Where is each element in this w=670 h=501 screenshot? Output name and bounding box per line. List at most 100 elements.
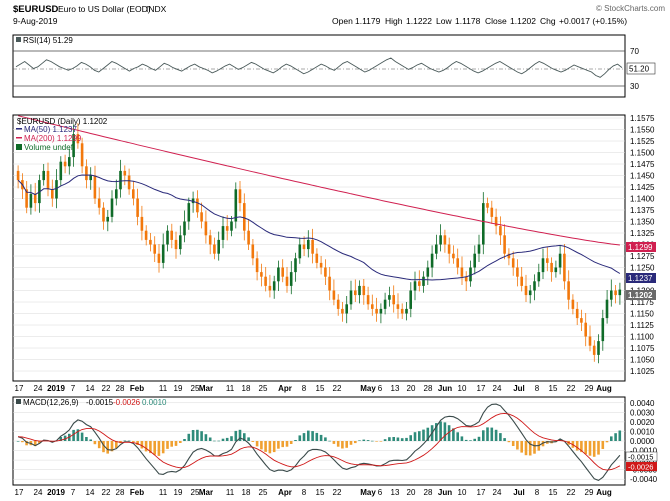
x-tick-label: 11 [226, 488, 235, 497]
candle-body [136, 198, 139, 217]
x-tick-label: 18 [242, 384, 251, 393]
macd-hist-bar [127, 440, 131, 442]
candle-body [59, 161, 63, 181]
macd-hist-bar [375, 441, 378, 442]
candle-body [243, 203, 246, 231]
candle-body [153, 244, 156, 254]
macd-hist-bar [460, 436, 464, 441]
macd-hist-bar [456, 432, 459, 441]
candle-body [366, 295, 370, 305]
candle-body [473, 253, 476, 268]
macd-hist-bar [358, 440, 361, 441]
candle-body [85, 166, 88, 181]
macd-tick-label: 0.0030 [630, 408, 655, 417]
macd-hist-bar [328, 440, 331, 442]
candle-body [584, 322, 587, 337]
price-tick-label: 1.1100 [630, 333, 654, 342]
candle-body [315, 253, 319, 263]
macd-hist-bar [191, 430, 195, 441]
candle-body [149, 239, 152, 245]
macd-hist-bar [161, 441, 165, 454]
candle-body [68, 157, 71, 167]
candle-body [281, 267, 284, 277]
candle-body [588, 336, 592, 346]
price-tick-label: 1.1400 [630, 195, 655, 204]
macd-tick-label: 0.0020 [630, 418, 655, 427]
candle-body [328, 276, 331, 291]
macd-legend-hist: 0.0010 [142, 398, 167, 407]
macd-hist-bar [213, 440, 216, 442]
x-tick-label: Jun [438, 488, 452, 497]
close-value: 1.1202 [510, 16, 536, 26]
x-tick-label: 15 [316, 384, 325, 393]
macd-tick-label: 0.0040 [630, 399, 655, 408]
x-tick-label: 28 [116, 488, 125, 497]
macd-tag: -0.0015 [628, 453, 653, 462]
x-tick-label: 28 [116, 384, 125, 393]
candle-body [349, 290, 353, 305]
macd-hist-bar [469, 440, 472, 441]
macd-hist-bar [610, 436, 613, 441]
macd-hist-bar [392, 437, 395, 441]
x-tick-label: Apr [278, 488, 292, 497]
price-tick-label: 1.1550 [630, 126, 655, 135]
macd-hist-bar [260, 441, 263, 450]
macd-legend-signal: -0.0026 [113, 398, 141, 407]
x-tick-label: Mar [199, 488, 213, 497]
macd-hist-bar [324, 437, 327, 441]
candle-body [396, 304, 400, 309]
macd-hist-bar [473, 438, 476, 441]
candle-body [55, 180, 58, 199]
candle-body [524, 285, 528, 296]
x-tick-label: Aug [596, 384, 612, 393]
macd-hist-bar [272, 441, 276, 453]
macd-hist-bar [153, 441, 156, 455]
candle-body [260, 272, 263, 277]
x-tick-label: 13 [391, 488, 400, 497]
rsi-legend: RSI(14) 51.29 [16, 36, 73, 45]
chg-label: Chg [540, 16, 556, 26]
x-tick-label: 22 [567, 488, 576, 497]
candle-body [482, 203, 485, 245]
price-tick-label: 1.1450 [630, 172, 655, 181]
candle-body [251, 244, 255, 259]
macd-tick-label: 0.0000 [630, 437, 655, 446]
macd-hist-bar [405, 437, 408, 441]
candle-body [97, 198, 101, 208]
ma200-tag: 1.1299 [628, 243, 653, 252]
rsi-legend-text: RSI(14) 51.29 [23, 36, 73, 45]
candle-body [336, 299, 340, 309]
macd-hist-bar [597, 441, 600, 455]
x-tick-label: 13 [391, 384, 400, 393]
candle-body [230, 221, 233, 231]
macd-hist-bar [379, 441, 383, 442]
candle-body [289, 272, 293, 286]
x-tick-label: 14 [86, 488, 95, 497]
candle-body [80, 143, 84, 167]
candle-body [140, 216, 144, 231]
macd-panel: MACD(12,26,9) -0.0015 -0.0026 0.0010 0.0… [12, 396, 658, 486]
macd-hist-bar [208, 437, 212, 441]
candle-body [225, 226, 229, 231]
x-tick-label: 24 [493, 384, 502, 393]
open-value: 1.1179 [355, 16, 381, 26]
macd-hist-bar [588, 441, 592, 456]
price-tick-label: 1.1350 [630, 218, 655, 227]
candle-body [132, 189, 135, 199]
macd-hist-bar [439, 421, 442, 441]
candle-body [494, 216, 498, 227]
x-tick-label: 2019 [47, 384, 65, 393]
macd-hist-bar [170, 441, 173, 447]
macd-hist-bar [422, 429, 425, 441]
candle-body [183, 221, 186, 236]
macd-hist-bar [362, 439, 366, 441]
candle-body [614, 290, 617, 296]
macd-hist-bar [503, 438, 506, 441]
macd-hist-bar [204, 434, 208, 441]
x-tick-label: 11 [159, 488, 168, 497]
macd-hist-bar [80, 432, 84, 441]
macd-hist-bar [187, 433, 191, 441]
header-exchange: INDX [146, 4, 167, 14]
price-tick-label: 1.1150 [630, 310, 654, 319]
macd-hist-bar [618, 430, 622, 441]
